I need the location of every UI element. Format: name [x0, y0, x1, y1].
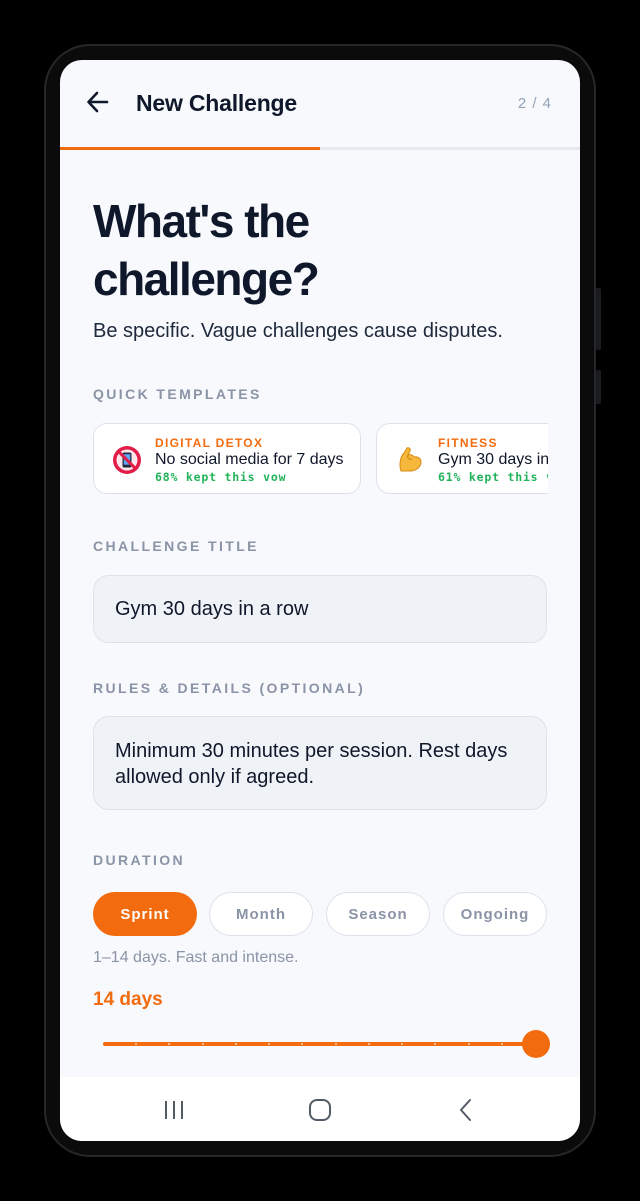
duration-slider[interactable] — [103, 1029, 550, 1059]
system-navigation-bar — [60, 1077, 580, 1141]
volume-button — [596, 370, 601, 404]
page-title: New Challenge — [136, 90, 297, 116]
duration-option-month[interactable]: Month — [209, 892, 313, 936]
templates-label: QUICK TEMPLATES — [93, 386, 262, 402]
challenge-title-label: CHALLENGE TITLE — [93, 538, 259, 554]
template-card-fitness[interactable]: FITNESS Gym 30 days in a row 61% kept th… — [376, 423, 548, 494]
template-stat: 68% kept this vow — [155, 470, 287, 484]
template-title: No social media for 7 days — [155, 451, 344, 468]
flexed-biceps-icon — [399, 447, 422, 472]
recent-apps-button[interactable] — [154, 1093, 194, 1127]
top-bar: New Challenge 2 / 4 — [60, 60, 580, 148]
slider-tick — [201, 1043, 204, 1045]
template-title: Gym 30 days in a row — [438, 451, 548, 468]
template-carousel[interactable]: DIGITAL DETOX No social media for 7 days… — [93, 423, 548, 498]
step-indicator: 2 / 4 — [517, 95, 552, 112]
slider-thumb[interactable] — [522, 1030, 550, 1058]
power-button — [596, 288, 601, 350]
template-category: DIGITAL DETOX — [155, 436, 264, 450]
template-category: FITNESS — [438, 436, 498, 450]
step-progress-fill — [60, 147, 320, 150]
no-phone-icon — [113, 446, 141, 474]
duration-option-ongoing[interactable]: Ongoing — [443, 892, 547, 936]
recent-apps-icon — [165, 1101, 183, 1119]
step-progress-bar — [60, 147, 580, 150]
slider-tick — [500, 1043, 503, 1045]
rules-label: RULES & DETAILS (OPTIONAL) — [93, 680, 366, 696]
duration-description: 1–14 days. Fast and intense. — [93, 949, 299, 966]
back-nav-button[interactable] — [446, 1093, 486, 1127]
back-button[interactable] — [82, 86, 114, 118]
home-icon — [309, 1099, 331, 1121]
template-card-digital-detox[interactable]: DIGITAL DETOX No social media for 7 days… — [93, 423, 361, 494]
arrow-left-icon — [87, 91, 109, 113]
rules-textarea[interactable]: Minimum 30 minutes per session. Rest day… — [93, 716, 547, 810]
duration-option-season[interactable]: Season — [326, 892, 430, 936]
home-button[interactable] — [300, 1093, 340, 1127]
duration-options: Sprint Month Season Ongoing — [93, 892, 547, 936]
duration-value: 14 days — [93, 989, 163, 1010]
slider-tick — [234, 1043, 237, 1045]
back-nav-icon — [460, 1099, 471, 1121]
template-stat: 61% kept this vow — [438, 470, 548, 484]
headline: What's the challenge? — [93, 195, 320, 305]
subtitle: Be specific. Vague challenges cause disp… — [93, 320, 503, 342]
duration-option-sprint[interactable]: Sprint — [93, 892, 197, 936]
app-screen: New Challenge 2 / 4 What's the challenge… — [60, 60, 580, 1141]
slider-tick — [367, 1043, 370, 1045]
slider-tick — [334, 1043, 337, 1045]
duration-label: DURATION — [93, 852, 186, 868]
slider-tick — [467, 1043, 470, 1045]
challenge-title-input[interactable]: Gym 30 days in a row — [93, 575, 547, 643]
